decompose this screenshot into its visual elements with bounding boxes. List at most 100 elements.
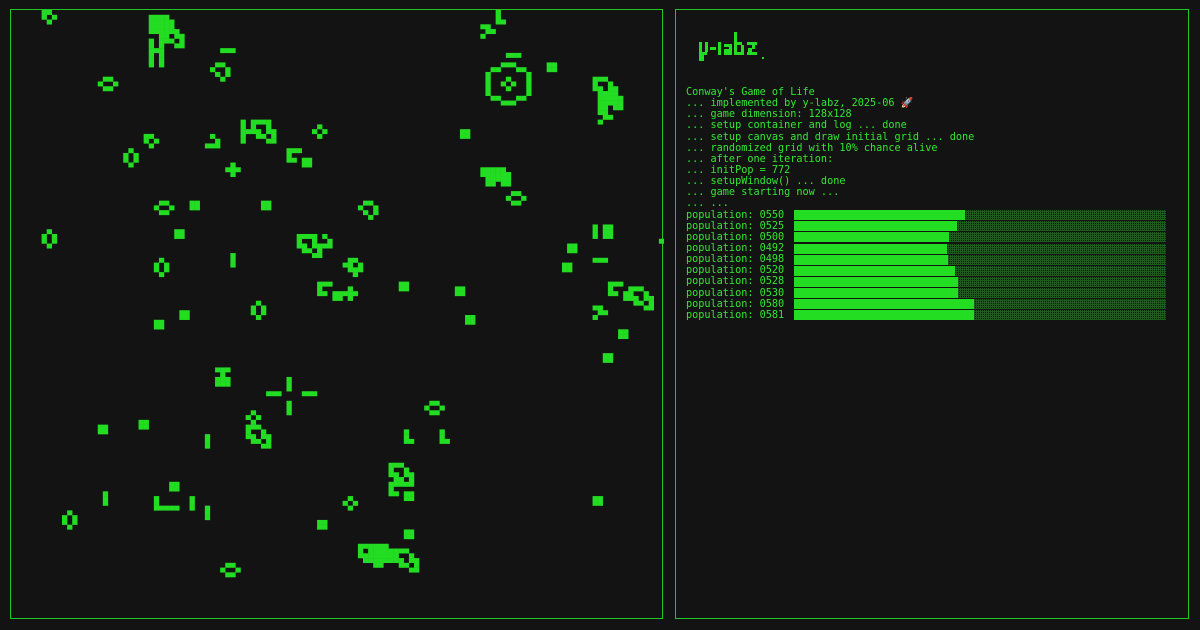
live-cell — [373, 543, 379, 549]
live-cell — [434, 410, 440, 416]
live-cell — [465, 133, 471, 139]
live-cell — [337, 291, 343, 297]
live-cell — [485, 176, 491, 182]
live-cell — [612, 91, 619, 96]
live-cell — [388, 481, 394, 487]
live-cell — [266, 438, 272, 444]
live-cell — [393, 558, 399, 564]
live-cell — [271, 129, 277, 135]
live-cell — [602, 257, 609, 263]
live-cell — [286, 376, 292, 382]
live-cell — [347, 267, 353, 273]
live-cell — [403, 481, 410, 487]
population-label: population: 0581 — [686, 309, 785, 321]
live-cell — [260, 205, 267, 211]
live-cell — [368, 200, 374, 206]
logo-pixel — [737, 42, 742, 45]
life-canvas — [41, 10, 664, 578]
live-cell — [561, 262, 568, 268]
live-cell — [332, 295, 338, 301]
live-cell — [347, 286, 353, 292]
live-cell — [245, 434, 251, 440]
live-cell — [403, 529, 410, 535]
live-cell — [648, 300, 654, 306]
live-cell — [164, 262, 170, 268]
live-cell — [424, 405, 430, 411]
live-cell — [434, 400, 440, 406]
live-cell — [495, 14, 501, 20]
live-cell — [317, 133, 323, 139]
live-cell — [169, 486, 175, 492]
live-cell — [383, 543, 389, 549]
population-row: population: 0520 — [686, 265, 1178, 276]
live-cell — [46, 19, 53, 25]
live-cell — [250, 310, 257, 316]
game-of-life-grid — [10, 9, 664, 619]
live-cell — [485, 172, 491, 177]
live-cell — [322, 233, 328, 239]
live-cell — [311, 243, 318, 249]
live-cell — [102, 86, 109, 92]
live-cell — [388, 472, 394, 478]
live-cell — [592, 500, 598, 506]
live-cell — [204, 443, 211, 449]
live-cell — [612, 105, 619, 111]
live-cell — [97, 429, 104, 435]
live-cell — [286, 381, 292, 387]
live-cell — [322, 519, 328, 525]
live-cell — [505, 86, 512, 92]
live-cell — [286, 400, 292, 406]
live-cell — [230, 262, 236, 268]
live-cell — [368, 548, 374, 554]
population-label: population: 0580 — [686, 298, 785, 310]
live-cell — [403, 534, 410, 540]
population-row: population: 0580 — [686, 299, 1178, 310]
live-cell — [439, 434, 445, 440]
logo-pixel — [734, 52, 743, 55]
live-cell — [612, 291, 619, 297]
live-cell — [495, 176, 501, 182]
live-cell — [490, 176, 496, 182]
live-cell — [500, 181, 507, 187]
live-cell — [291, 157, 297, 163]
live-cell — [301, 248, 308, 254]
live-cell — [546, 62, 552, 68]
live-cell — [153, 324, 160, 330]
live-cell — [179, 315, 185, 320]
live-cell — [158, 505, 165, 511]
live-cell — [317, 124, 323, 130]
live-cell — [516, 67, 522, 73]
live-cell — [164, 14, 170, 20]
live-cell — [357, 267, 364, 273]
live-cell — [143, 133, 149, 139]
live-cell — [510, 200, 517, 206]
live-cell — [67, 510, 73, 516]
logo-pixel — [699, 52, 707, 55]
live-cell — [408, 558, 415, 564]
live-cell — [220, 372, 226, 378]
live-cell — [225, 376, 231, 382]
live-cell — [612, 281, 619, 287]
live-cell — [215, 143, 221, 149]
live-cell — [505, 172, 512, 177]
live-cell — [567, 248, 573, 254]
live-cell — [189, 500, 195, 506]
live-cell — [592, 224, 598, 230]
live-cell — [618, 100, 624, 106]
live-cell — [490, 181, 496, 187]
live-cell — [388, 553, 394, 559]
live-cell — [500, 19, 507, 25]
live-cell — [526, 71, 532, 77]
live-cell — [225, 381, 231, 387]
live-cell — [567, 262, 573, 268]
live-cell — [128, 162, 134, 168]
live-cell — [225, 167, 231, 173]
live-cell — [597, 110, 603, 116]
live-cell — [618, 281, 624, 287]
live-cell — [164, 38, 170, 44]
live-cell — [592, 76, 598, 82]
live-cell — [342, 291, 348, 297]
live-cell — [607, 357, 614, 363]
live-cell — [408, 567, 415, 573]
live-cell — [505, 195, 512, 201]
